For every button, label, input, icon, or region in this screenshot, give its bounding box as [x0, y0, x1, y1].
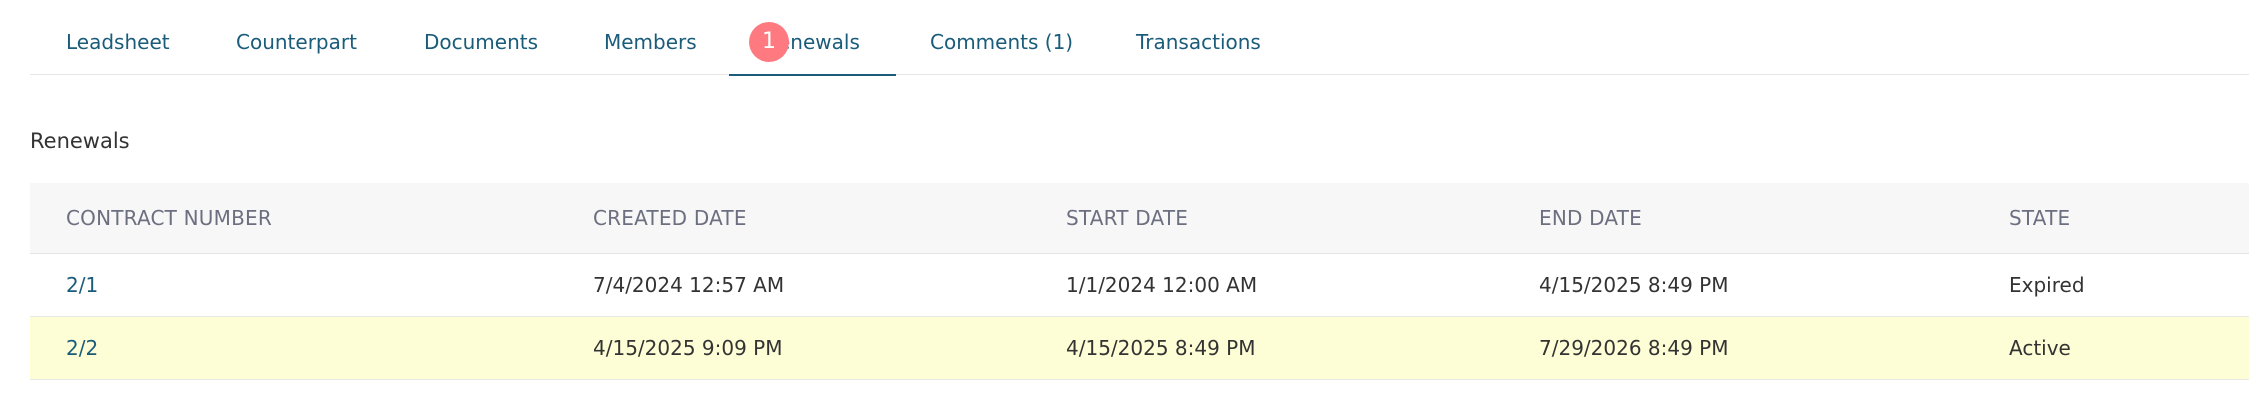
tab-leadsheet[interactable]: Leadsheet — [66, 30, 170, 54]
tab-comments[interactable]: Comments (1) — [930, 30, 1073, 54]
table-row[interactable]: 2/2 4/15/2025 9:09 PM 4/15/2025 8:49 PM … — [30, 317, 2249, 380]
start-date-cell: 4/15/2025 8:49 PM — [1066, 336, 1256, 360]
header-end-date[interactable]: END DATE — [1539, 183, 1642, 253]
tab-members[interactable]: Members — [604, 30, 697, 54]
end-date-cell: 4/15/2025 8:49 PM — [1539, 273, 1729, 297]
section-title: Renewals — [30, 129, 130, 153]
state-cell: Expired — [2009, 273, 2085, 297]
step-badge: 1 — [749, 22, 789, 62]
header-start-date[interactable]: START DATE — [1066, 183, 1188, 253]
table-header: CONTRACT NUMBER CREATED DATE START DATE … — [30, 183, 2249, 254]
tab-transactions[interactable]: Transactions — [1136, 30, 1261, 54]
tab-documents[interactable]: Documents — [424, 30, 538, 54]
contract-number-link[interactable]: 2/2 — [66, 317, 98, 379]
tab-bar: Leadsheet Counterpart Documents Members … — [30, 0, 2249, 76]
header-contract-number[interactable]: CONTRACT NUMBER — [66, 183, 272, 253]
renewals-table: CONTRACT NUMBER CREATED DATE START DATE … — [30, 183, 2249, 380]
created-date-cell: 4/15/2025 9:09 PM — [593, 336, 783, 360]
created-date-cell: 7/4/2024 12:57 AM — [593, 273, 785, 297]
header-created-date[interactable]: CREATED DATE — [593, 183, 747, 253]
table-row[interactable]: 2/1 7/4/2024 12:57 AM 1/1/2024 12:00 AM … — [30, 254, 2249, 317]
tab-counterpart[interactable]: Counterpart — [236, 30, 357, 54]
header-state[interactable]: STATE — [2009, 183, 2070, 253]
renewals-page: Leadsheet Counterpart Documents Members … — [0, 0, 2249, 413]
contract-number-link[interactable]: 2/1 — [66, 254, 98, 316]
state-cell: Active — [2009, 336, 2071, 360]
end-date-cell: 7/29/2026 8:49 PM — [1539, 336, 1729, 360]
start-date-cell: 1/1/2024 12:00 AM — [1066, 273, 1258, 297]
